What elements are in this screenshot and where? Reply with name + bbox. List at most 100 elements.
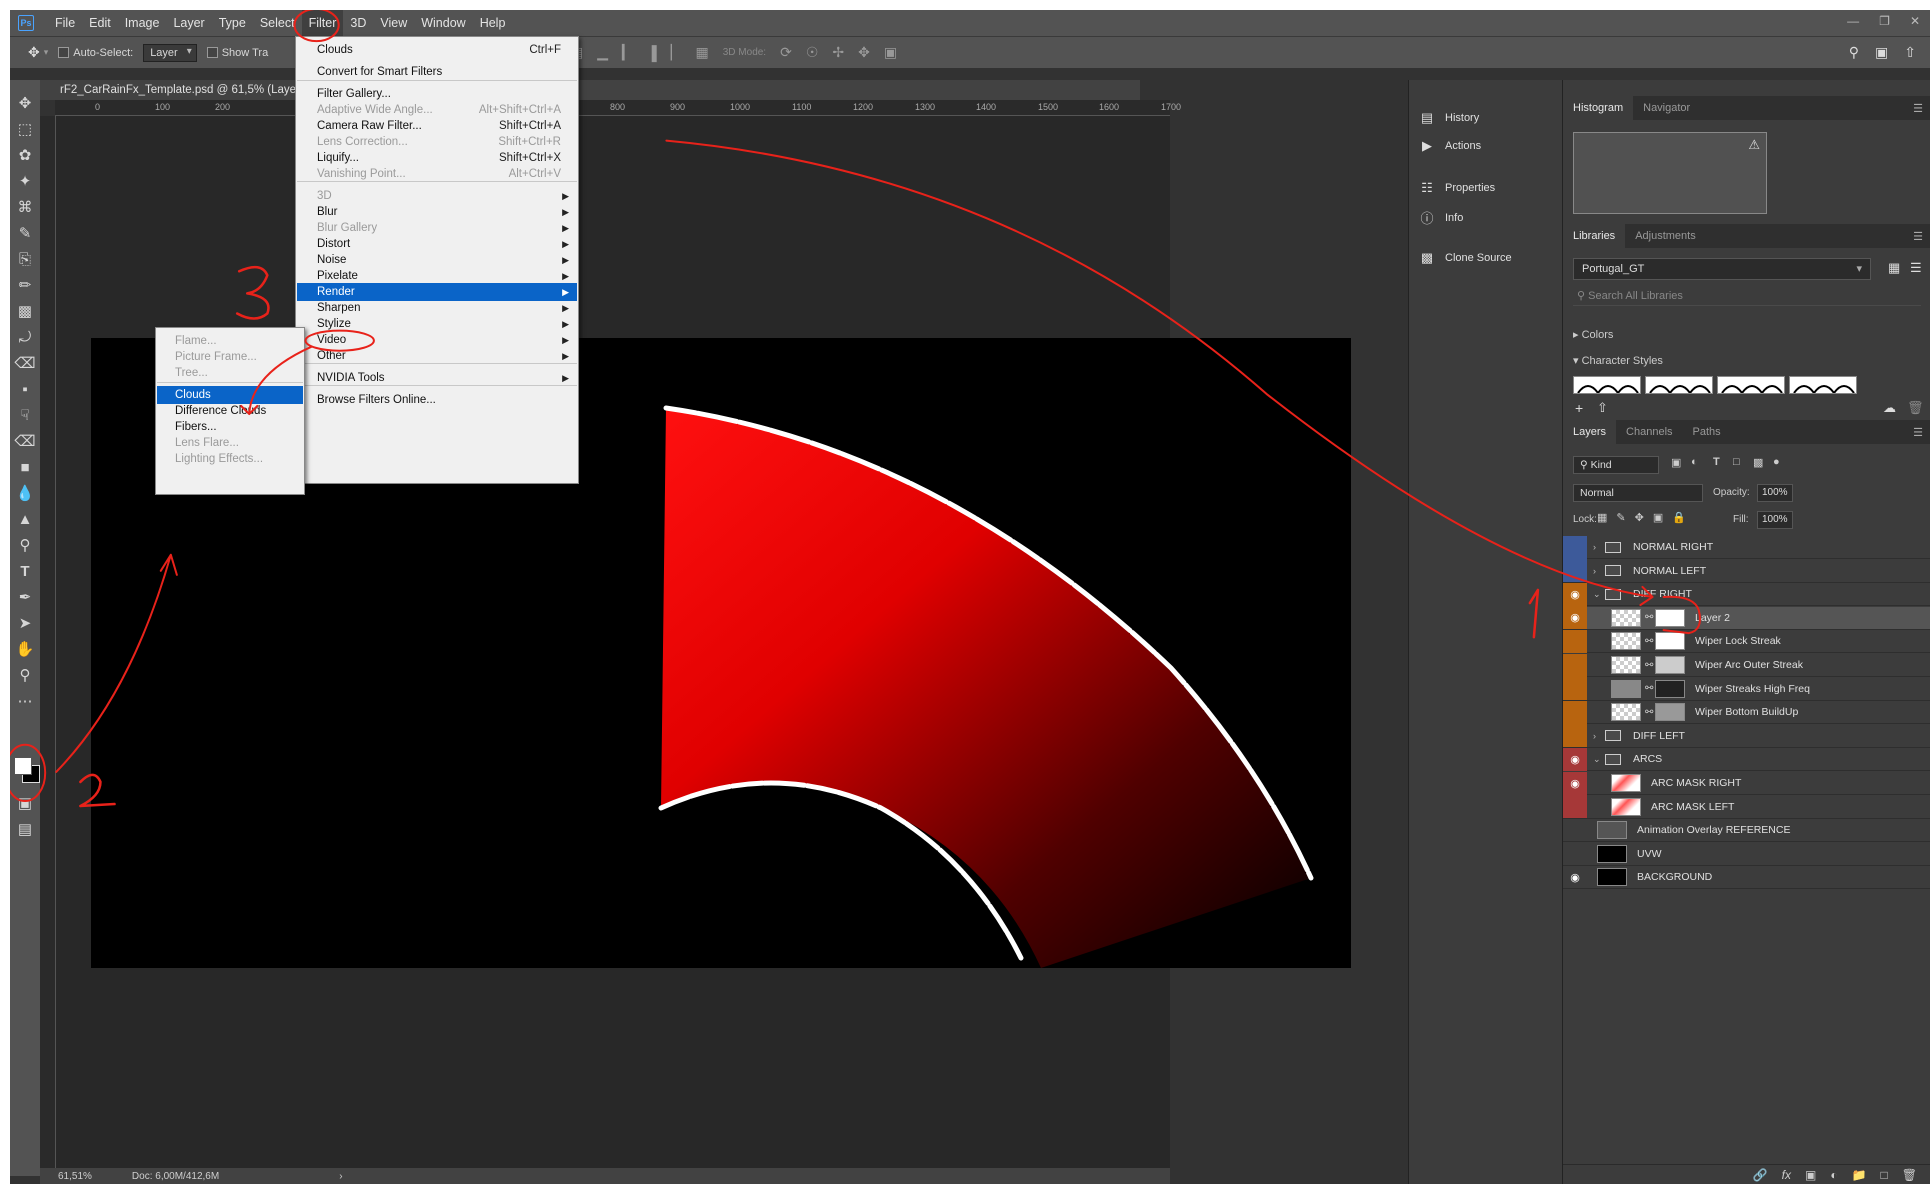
layer-name[interactable]: ARC MASK LEFT [1651,801,1734,813]
zoom-level[interactable]: 61,51% [58,1171,92,1182]
mask-link-icon[interactable]: ⚯ [1645,636,1653,647]
panel-menu-icon[interactable]: ☰ [1913,230,1923,243]
menu-image[interactable]: Image [118,10,167,36]
visibility-eye-icon[interactable]: ◉ [1563,866,1587,889]
close-icon[interactable]: ✕ [1910,14,1920,28]
library-dropdown[interactable]: Portugal_GT [1573,258,1871,280]
colors-section[interactable]: ▸ Colors [1573,328,1613,341]
character-styles-section[interactable]: ▾ Character Styles [1573,354,1663,367]
layer-name[interactable]: DIFF RIGHT [1633,588,1692,600]
add-icon[interactable]: + [1575,400,1583,416]
visibility-eye-icon[interactable] [1563,724,1587,748]
menu-view[interactable]: View [373,10,414,36]
chevron-right-icon[interactable]: › [339,1171,342,1182]
filter-pixel-icon[interactable]: ▣ [1671,456,1681,469]
slide-3d-icon[interactable]: ✥ [858,44,870,61]
layer-row[interactable]: ⚯ Wiper Lock Streak [1563,629,1930,654]
menu-type[interactable]: Type [212,10,253,36]
path-selection-tool[interactable]: ➤ [10,610,40,636]
stamp-tool[interactable]: ▩ [10,298,40,324]
share-icon[interactable]: ⇧ [1904,44,1916,61]
trash-icon[interactable]: 🗑 [1907,400,1924,416]
menu-3d[interactable]: 3D [343,10,373,36]
screen-mode-icon[interactable]: ▤ [10,816,40,842]
eraser-tool[interactable]: ⌫ [10,350,40,376]
mask-link-icon[interactable]: ⚯ [1645,660,1653,671]
visibility-eye-icon[interactable] [1563,842,1587,865]
mask-link-icon[interactable]: ⚯ [1645,683,1653,694]
layer-name[interactable]: ARCS [1633,753,1662,765]
filter-menu-item-vanishing-point[interactable]: Vanishing Point... Alt+Ctrl+V [297,165,577,183]
visibility-eye-icon[interactable]: ◉ [1563,606,1587,630]
layer-name[interactable]: DIFF LEFT [1633,730,1685,742]
brush-tool[interactable]: ✏ [10,272,40,298]
tab-libraries[interactable]: Libraries [1563,224,1626,248]
render-menu-item-lighting-effects[interactable]: Lighting Effects... [157,450,303,468]
character-style-thumb[interactable] [1789,376,1857,394]
orbit-3d-icon[interactable]: ⟳ [780,44,792,61]
visibility-eye-icon[interactable] [1563,535,1587,559]
layer-row[interactable]: ◉ BACKGROUND [1563,866,1930,890]
expand-toggle-icon[interactable]: › [1593,542,1596,552]
lock-icons[interactable]: ▦✎✥▣🔒 [1597,511,1695,524]
layer-name[interactable]: NORMAL LEFT [1633,565,1706,577]
filter-smart-icon[interactable]: ▩ [1753,456,1763,469]
tab-histogram[interactable]: Histogram [1563,96,1634,120]
marquee-tool[interactable]: ⬚ [10,116,40,142]
menu-layer[interactable]: Layer [166,10,211,36]
auto-select-checkbox[interactable]: Auto-Select: [58,47,133,59]
character-style-thumb[interactable] [1573,376,1641,394]
layer-row[interactable]: ⚯ Wiper Streaks High Freq [1563,677,1930,701]
sharpen-tool[interactable]: ▲ [10,506,40,532]
clone-source-panel-button[interactable]: ▩ Clone Source [1419,250,1512,266]
actions-panel-button[interactable]: ▶ Actions [1419,138,1481,154]
menu-select[interactable]: Select [253,10,302,36]
upload-icon[interactable]: ⇧ [1597,400,1608,416]
show-transform-checkbox[interactable]: Show Tra [206,47,268,59]
dodge-tool[interactable]: ⚲ [10,532,40,558]
auto-align-icon[interactable]: ▦ [696,44,709,61]
layer-row[interactable]: ◉ ⚯ Layer 2 [1563,606,1930,630]
document-tab[interactable]: rF2_CarRainFx_Template.psd @ 61,5% (Laye… [40,80,1140,100]
visibility-eye-icon[interactable]: ◉ [1563,747,1587,771]
distribute-left-icon[interactable]: ▎ [622,44,633,61]
visibility-eye-icon[interactable]: ◉ [1563,771,1587,795]
search-icon[interactable]: ⚲ [1849,44,1859,61]
add-mask-icon[interactable]: ▣ [1805,1168,1816,1182]
layer-name[interactable]: Animation Overlay REFERENCE [1637,824,1790,836]
link-layers-icon[interactable]: 🔗 [1753,1168,1768,1182]
layer-mask-thumbnail[interactable] [1655,608,1685,627]
new-group-icon[interactable]: 📁 [1852,1168,1867,1182]
tab-adjustments[interactable]: Adjustments [1625,224,1706,248]
library-search[interactable]: ⚲ Search All Libraries [1573,286,1921,306]
list-view-icon[interactable]: ☰ [1910,260,1922,276]
layer-name[interactable]: ARC MASK RIGHT [1651,777,1741,789]
visibility-eye-icon[interactable] [1563,795,1587,819]
cloud-sync-icon[interactable]: ☁ [1883,400,1896,416]
warning-icon[interactable]: ⚠ [1748,137,1760,153]
chevron-down-icon[interactable]: ▾ [44,47,49,58]
magic-wand-tool[interactable]: ✦ [10,168,40,194]
properties-panel-button[interactable]: ☷ Properties [1419,180,1495,196]
layer-group-row[interactable]: › DIFF LEFT [1563,724,1930,748]
grid-view-icon[interactable]: ▦ [1888,260,1900,276]
filter-menu-item-convert-for-smart-filters[interactable]: Convert for Smart Filters [297,63,577,81]
filter-adjustment-icon[interactable]: ◐ [1691,456,1698,468]
layer-name[interactable]: NORMAL RIGHT [1633,541,1713,553]
tab-paths[interactable]: Paths [1683,420,1731,444]
menu-edit[interactable]: Edit [82,10,118,36]
opacity-field[interactable]: 100% [1757,484,1793,502]
history-brush-tool[interactable]: ⤾ [10,324,40,350]
more-tools-icon[interactable]: ⋯ [10,688,40,714]
pen-tool[interactable]: ✒ [10,584,40,610]
history-panel-button[interactable]: ▤ History [1419,110,1479,126]
delete-layer-icon[interactable]: 🗑 [1902,1168,1917,1182]
layer-row[interactable]: ⚯ Wiper Bottom BuildUp [1563,700,1930,725]
tab-channels[interactable]: Channels [1616,420,1682,444]
visibility-eye-icon[interactable] [1563,677,1587,701]
filter-toggle-icon[interactable]: ● [1773,456,1780,468]
layer-mask-thumbnail[interactable] [1655,703,1685,722]
panel-menu-icon[interactable]: ☰ [1913,426,1923,439]
distribute-right-icon[interactable]: ▏ [671,44,682,61]
foreground-color-swatch[interactable] [14,757,32,775]
